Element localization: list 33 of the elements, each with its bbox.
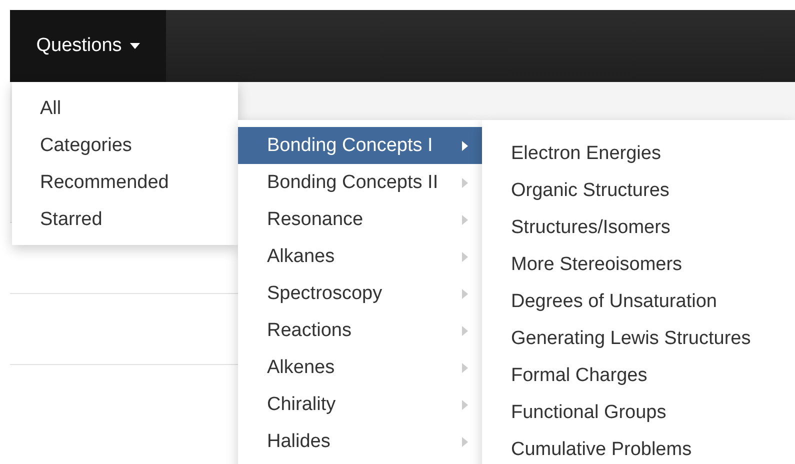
submenu-item[interactable]: Alkanes <box>238 238 482 275</box>
submenu-item[interactable]: Reactions <box>238 312 482 349</box>
chevron-right-icon <box>462 178 468 188</box>
menu-item[interactable]: All <box>12 90 238 127</box>
chevron-right-icon <box>462 362 468 372</box>
chevron-right-icon <box>462 326 468 336</box>
menu-item[interactable]: Starred <box>12 201 238 238</box>
chevron-right-icon <box>462 214 468 224</box>
submenu-item[interactable]: Generating Lewis Structures <box>482 320 795 357</box>
questions-menu-button[interactable]: Questions <box>10 10 166 82</box>
menu-item[interactable]: Recommended <box>12 164 238 201</box>
chevron-right-icon <box>462 288 468 298</box>
chevron-right-icon <box>462 252 468 262</box>
submenu-item[interactable]: More Stereoisomers <box>482 246 795 283</box>
submenu-item[interactable]: Bonding Concepts II <box>238 164 482 201</box>
submenu-item[interactable]: Resonance <box>238 201 482 238</box>
submenu-item[interactable]: Structures/Isomers <box>482 209 795 246</box>
submenu-item[interactable]: Formal Charges <box>482 357 795 394</box>
submenu-item[interactable]: Degrees of Unsaturation <box>482 283 795 320</box>
submenu-item[interactable]: Chirality <box>238 386 482 423</box>
menu-item[interactable]: Categories <box>12 127 238 164</box>
submenu-item[interactable]: Halides <box>238 423 482 460</box>
caret-icon <box>130 43 140 49</box>
submenu-item[interactable]: Functional Groups <box>482 394 795 431</box>
submenu-item[interactable]: Cumulative Problems <box>482 431 795 464</box>
chevron-right-icon <box>462 436 468 446</box>
submenu-item[interactable]: Spectroscopy <box>238 275 482 312</box>
submenu-item[interactable]: Electron Energies <box>482 135 795 172</box>
chevron-right-icon <box>462 400 468 410</box>
chevron-right-icon <box>462 140 468 150</box>
submenu-item[interactable]: Bonding Concepts I <box>238 127 482 164</box>
submenu-item[interactable]: Alkenes <box>238 349 482 386</box>
submenu-item[interactable]: Organic Structures <box>482 172 795 209</box>
